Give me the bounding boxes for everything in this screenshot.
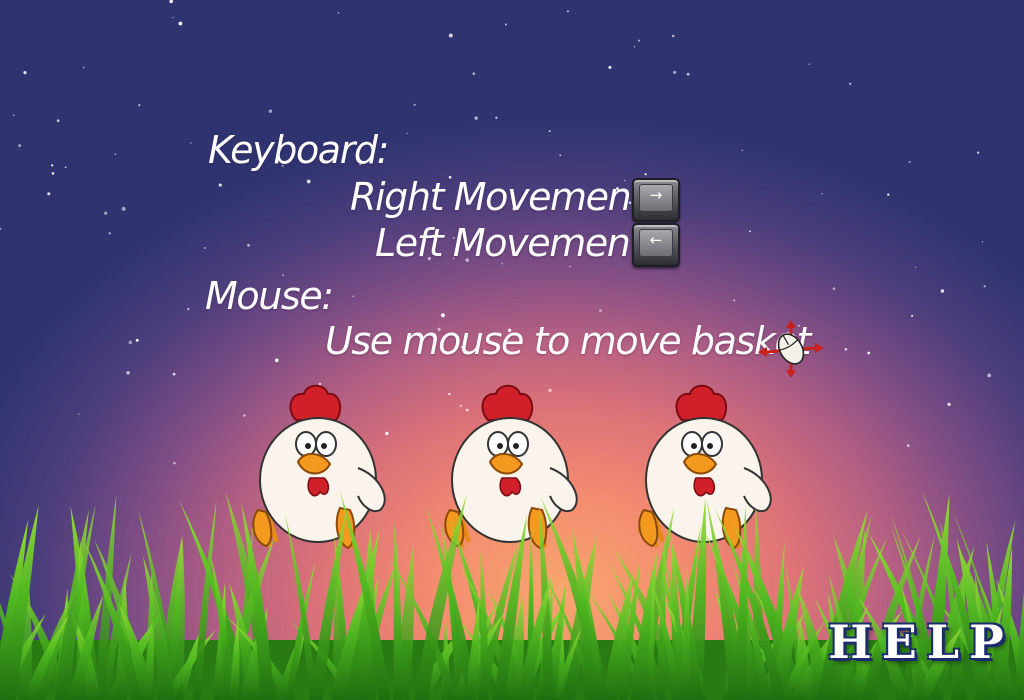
left-arrow-key-icon: ← — [632, 223, 680, 267]
right-movement-label: Right Movement: — [350, 175, 657, 219]
mouse-move-icon — [758, 320, 824, 378]
help-screen: Keyboard: Right Movement: → Left Movemen… — [0, 0, 1024, 700]
help-button[interactable]: HELP — [826, 612, 1016, 672]
right-arrow-key-icon: → — [632, 178, 680, 222]
left-movement-label: Left Movement: — [375, 221, 656, 265]
keyboard-heading: Keyboard: — [208, 128, 389, 172]
mouse-instruction: Use mouse to move basket — [325, 319, 811, 363]
mouse-heading: Mouse: — [205, 274, 334, 318]
